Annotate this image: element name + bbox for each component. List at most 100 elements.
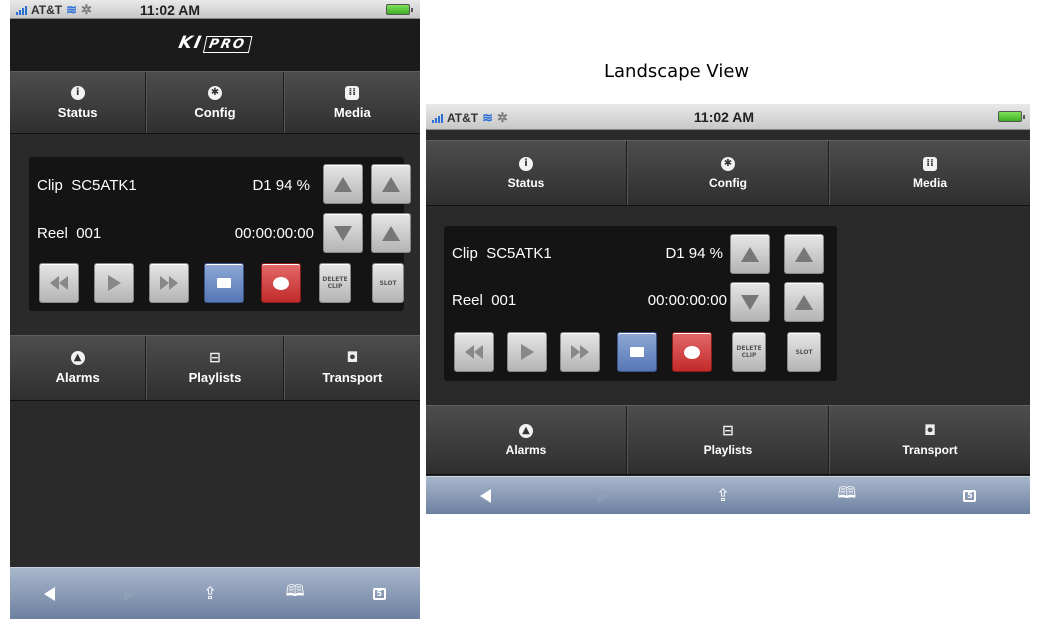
safari-toolbar: ⇪ 🕮 5 [426,476,1030,514]
tab-media[interactable]: ⁞⁞ Media [829,141,1030,205]
clip-down-button[interactable] [323,213,363,253]
tab-transport[interactable]: ◘ Transport [829,406,1030,474]
clip-up-button[interactable] [323,164,363,204]
tab-alarms[interactable]: ▲ Alarms [426,406,627,474]
clip-name: SC5ATK1 [486,245,552,262]
fast-forward-icon [571,345,589,359]
landscape-status-bar: AT&T ≋ ✲ 11:02 AM [426,104,1030,130]
clip-status: D1 94 % [252,177,310,194]
clip-label: Clip SC5ATK1 [37,177,137,194]
battery-icon [386,4,413,15]
grid-icon: ⁞⁞ [923,156,937,171]
pages-button[interactable]: 5 [963,489,977,502]
clip-down-button[interactable] [730,282,770,322]
tab-playlists-label: Playlists [188,370,242,385]
back-button[interactable] [479,488,491,503]
tab-status[interactable]: i Status [426,141,627,205]
pages-button[interactable]: 5 [372,587,386,600]
record-button[interactable] [261,263,301,303]
stop-icon [217,278,231,288]
back-button[interactable] [44,586,56,601]
slot-up-button[interactable] [784,234,824,274]
playlist-icon: ⊟ [722,422,734,439]
stop-icon [630,347,644,357]
tab-config[interactable]: ✱ Config [627,141,829,205]
top-tab-bar: i Status ✱ Config ⁞⁞ Media [426,140,1030,206]
up-arrow-icon [741,246,759,262]
reel-up-button[interactable] [784,282,824,322]
slot-button[interactable]: SLOT [372,263,404,303]
slot-label: SLOT [379,279,397,287]
down-arrow-icon [334,225,352,241]
fast-forward-button[interactable] [560,332,600,372]
up-arrow-icon [795,246,813,262]
bookmarks-button[interactable]: 🕮 [837,482,856,509]
stop-button[interactable] [204,263,244,303]
rewind-button[interactable] [454,332,494,372]
landscape-view-caption: Landscape View [604,61,750,82]
forward-button[interactable] [597,488,609,503]
clip-label-text: Clip [452,245,478,262]
portrait-status-bar: AT&T ≋ ✲ 11:02 AM [10,0,420,19]
record-button[interactable] [672,332,712,372]
slot-up-button[interactable] [371,164,411,204]
stop-button[interactable] [617,332,657,372]
tab-alarms-label: Alarms [505,442,547,457]
info-icon: i [70,85,85,100]
reel-up-button[interactable] [371,213,411,253]
landscape-phone: AT&T ≋ ✲ 11:02 AM i Status ✱ Config ⁞⁞ M… [426,104,1030,514]
warning-icon: ▲ [70,351,85,365]
bookmarks-button[interactable]: 🕮 [286,580,305,607]
book-icon: 🕮 [285,581,305,600]
reel-label-text: Reel [452,292,483,309]
back-arrow-icon [44,586,56,601]
tab-transport[interactable]: ◘ Transport [283,336,420,400]
tab-alarms[interactable]: ▲ Alarms [10,336,147,400]
forward-button[interactable] [123,586,135,601]
slot-button[interactable]: SLOT [787,332,821,372]
tab-playlists-label: Playlists [703,442,753,457]
clip-label: Clip SC5ATK1 [452,245,552,262]
transport-icon: ◘ [346,350,359,366]
brand-bar: KI PRO [10,19,420,71]
play-button[interactable] [94,263,134,303]
clip-control-panel: Clip SC5ATK1 D1 94 % Reel 001 00:00:00:0… [29,157,411,311]
tab-media[interactable]: ⁞⁞ Media [283,72,420,133]
portrait-phone: AT&T ≋ ✲ 11:02 AM KI PRO i Status ✱ Confi… [10,0,420,619]
bottom-tab-bar: ▲ Alarms ⊟ Playlists ◘ Transport [426,405,1030,475]
down-arrow-icon [741,294,759,310]
tab-playlists[interactable]: ⊟ Playlists [627,406,829,474]
share-button[interactable]: ⇪ [203,584,217,604]
tab-playlists[interactable]: ⊟ Playlists [146,336,284,400]
clip-control-panel: Clip SC5ATK1 D1 94 % Reel 001 00:00:00:0… [444,226,837,381]
logo-ki: KI [176,33,205,53]
tab-status[interactable]: i Status [10,72,147,133]
pages-icon: 5 [372,587,386,600]
rewind-button[interactable] [39,263,79,303]
pages-icon: 5 [963,489,977,502]
play-button[interactable] [507,332,547,372]
up-arrow-icon [382,225,400,241]
tab-config[interactable]: ✱ Config [146,72,284,133]
record-icon [273,276,289,290]
slot-label: SLOT [795,348,813,356]
tab-alarms-label: Alarms [55,370,100,385]
share-icon: ⇪ [715,485,731,506]
tab-status-label: Status [507,175,545,190]
delete-clip-button[interactable]: DELETE CLIP [319,263,351,303]
delete-clip-button[interactable]: DELETE CLIP [732,332,766,372]
status-time: 11:02 AM [693,109,755,125]
timecode: 00:00:00:00 [647,292,727,309]
tab-transport-label: Transport [322,370,383,385]
fast-forward-button[interactable] [149,263,189,303]
clip-status: D1 94 % [665,245,723,262]
clip-label-text: Clip [37,177,63,194]
reel-number: 001 [76,225,102,242]
up-arrow-icon [382,176,400,192]
share-icon: ⇪ [202,583,218,604]
warning-icon: ▲ [519,423,533,438]
share-button[interactable]: ⇪ [716,486,730,506]
clip-up-button[interactable] [730,234,770,274]
gear-icon: ✱ [721,156,735,171]
fast-forward-icon [160,276,178,290]
